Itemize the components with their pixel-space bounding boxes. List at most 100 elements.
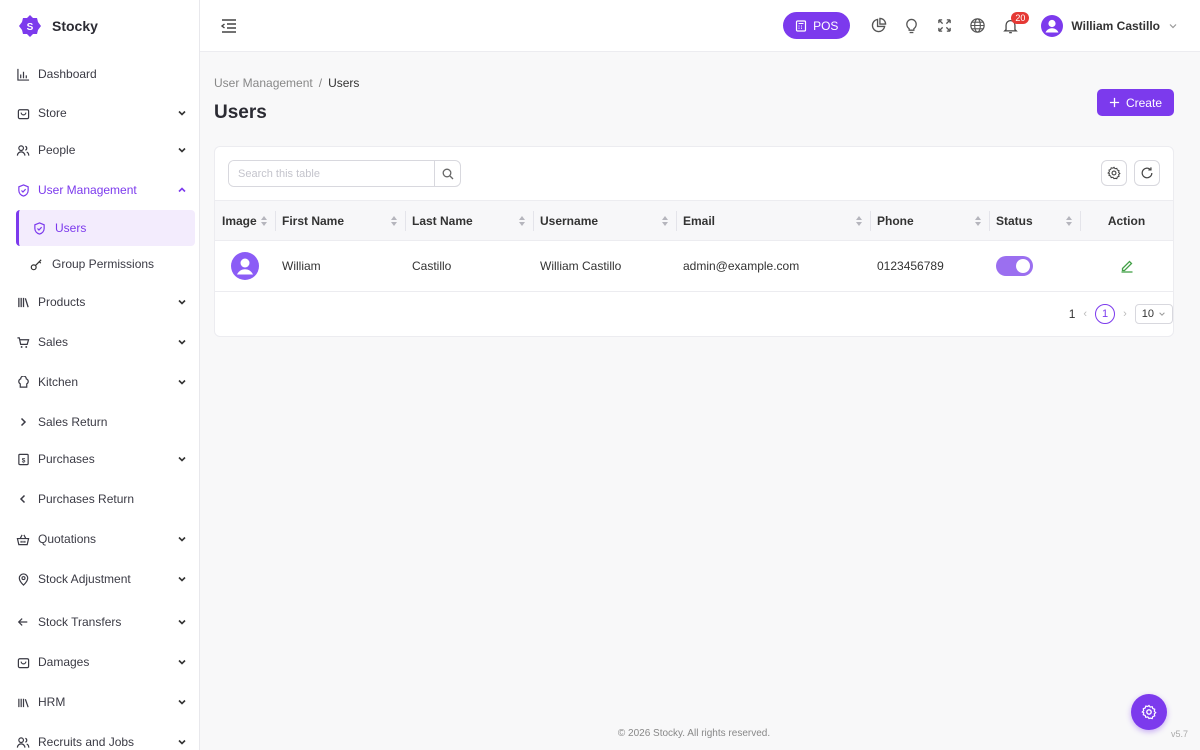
- basket-icon: [16, 532, 30, 546]
- sidebar-item-purchases[interactable]: $ Purchases: [0, 442, 199, 476]
- sidebar-item-kitchen[interactable]: Kitchen: [0, 362, 199, 402]
- pos-button[interactable]: POS: [783, 12, 851, 39]
- sidebar-item-sales-return[interactable]: Sales Return: [0, 402, 199, 442]
- table-search: [228, 160, 461, 187]
- chef-hat-icon: [16, 375, 30, 389]
- sidebar-item-label: Recruits and Jobs: [38, 735, 135, 749]
- cell-email: admin@example.com: [676, 240, 870, 292]
- sidebar-item-label: Sales: [38, 335, 69, 349]
- search-icon: [442, 168, 453, 179]
- column-header-last-name[interactable]: Last Name: [405, 200, 533, 241]
- notification-bell[interactable]: 20: [994, 9, 1030, 42]
- breadcrumb-separator: /: [318, 76, 323, 90]
- create-button[interactable]: Create: [1096, 89, 1174, 116]
- column-header-email[interactable]: Email: [676, 200, 870, 241]
- globe-icon[interactable]: [961, 9, 994, 42]
- sidebar-item-label: Group Permissions: [52, 257, 155, 271]
- sidebar-item-products[interactable]: Products: [0, 282, 199, 322]
- page-size-value: 10: [1141, 308, 1154, 320]
- page-title: Users: [214, 102, 267, 123]
- cell-status: [989, 240, 1080, 292]
- lightbulb-icon[interactable]: [895, 9, 928, 42]
- sort-icon: [1066, 216, 1072, 226]
- gear-icon: [1107, 166, 1121, 180]
- sidebar-item-sales[interactable]: Sales: [0, 322, 199, 362]
- search-button[interactable]: [434, 161, 460, 186]
- chevron-down-icon: [1159, 312, 1165, 316]
- books-icon: [16, 295, 30, 309]
- sidebar-item-recruits-and-jobs[interactable]: Recruits and Jobs: [0, 722, 199, 750]
- prev-page-button[interactable]: ‹: [1083, 308, 1087, 320]
- sidebar-item-label: Quotations: [38, 532, 97, 546]
- sidebar-item-label: Stock Adjustment: [38, 572, 131, 586]
- calculator-icon: [795, 19, 807, 32]
- sidebar-item-stock-transfers[interactable]: Stock Transfers: [0, 602, 199, 642]
- sidebar-item-label: Products: [38, 295, 86, 309]
- status-toggle[interactable]: [996, 256, 1033, 276]
- breadcrumb: User Management / Users: [214, 76, 1174, 90]
- sidebar-item-dashboard[interactable]: Dashboard: [0, 52, 199, 96]
- sidebar-item-label: User Management: [38, 183, 137, 197]
- sort-icon: [975, 216, 981, 226]
- breadcrumb-current: Users: [328, 76, 360, 90]
- brand-logo-icon: S: [19, 15, 41, 37]
- library-icon: [16, 695, 30, 709]
- sidebar-item-people[interactable]: People: [0, 130, 199, 170]
- cart-icon: [16, 335, 30, 349]
- column-header-image[interactable]: Image: [215, 200, 275, 241]
- column-header-phone[interactable]: Phone: [870, 200, 989, 241]
- menu-toggle-icon[interactable]: [220, 17, 238, 35]
- edit-icon[interactable]: [1120, 259, 1134, 273]
- cell-phone: 0123456789: [870, 240, 989, 292]
- main-content: User Management / Users Users Create Im: [214, 52, 1174, 337]
- cell-last-name: Castillo: [405, 240, 533, 292]
- chevron-down-icon: [178, 536, 186, 542]
- column-settings-button[interactable]: [1101, 160, 1127, 186]
- search-input[interactable]: [229, 161, 434, 186]
- sidebar-item-damages[interactable]: Damages: [0, 642, 199, 682]
- column-header-first-name[interactable]: First Name: [275, 200, 405, 241]
- sidebar-item-quotations[interactable]: Quotations: [0, 522, 199, 556]
- chevron-down-icon: [178, 659, 186, 665]
- sidebar-subitem-users[interactable]: Users: [16, 210, 195, 246]
- refresh-icon: [1141, 167, 1153, 179]
- fullscreen-icon[interactable]: [928, 9, 961, 42]
- create-label: Create: [1125, 95, 1162, 110]
- page-size-select[interactable]: 10: [1134, 304, 1173, 324]
- sidebar-item-label: HRM: [38, 695, 66, 709]
- bar-chart-icon: [16, 67, 30, 81]
- customizer-button[interactable]: [1131, 694, 1167, 730]
- pie-chart-icon[interactable]: [862, 9, 895, 42]
- people-icon: [16, 735, 30, 749]
- refresh-button[interactable]: [1134, 160, 1160, 186]
- column-header-username[interactable]: Username: [533, 200, 676, 241]
- sidebar-item-label: Sales Return: [38, 415, 108, 429]
- notification-badge: 20: [1011, 12, 1030, 24]
- user-menu[interactable]: William Castillo: [1041, 14, 1178, 37]
- next-page-button[interactable]: ›: [1123, 308, 1127, 320]
- sidebar-item-purchases-return[interactable]: Purchases Return: [0, 476, 199, 522]
- breadcrumb-parent[interactable]: User Management: [214, 76, 313, 90]
- sidebar: S Stocky Dashboard Store People User Man…: [0, 0, 200, 750]
- chevron-down-icon: [178, 299, 186, 305]
- sidebar-item-user-management[interactable]: User Management: [0, 170, 199, 210]
- chevron-left-icon: [16, 492, 30, 506]
- sort-icon: [261, 216, 267, 226]
- brand-name: Stocky: [52, 18, 98, 34]
- shield-icon: [16, 183, 30, 197]
- sort-icon: [391, 216, 397, 226]
- store-icon: [16, 106, 30, 120]
- sidebar-item-store[interactable]: Store: [0, 96, 199, 130]
- arrow-left-icon: [16, 615, 30, 629]
- people-icon: [16, 143, 30, 157]
- pos-label: POS: [813, 18, 839, 33]
- column-header-status[interactable]: Status: [989, 200, 1080, 241]
- sidebar-subitem-group-permissions[interactable]: Group Permissions: [0, 246, 199, 282]
- invoice-icon: $: [16, 452, 30, 466]
- cell-username: William Castillo: [533, 240, 676, 292]
- sidebar-item-hrm[interactable]: HRM: [0, 682, 199, 722]
- chevron-down-icon: [178, 339, 186, 345]
- current-page-button[interactable]: 1: [1095, 304, 1116, 324]
- sidebar-item-stock-adjustment[interactable]: Stock Adjustment: [0, 556, 199, 602]
- brand[interactable]: S Stocky: [0, 0, 199, 52]
